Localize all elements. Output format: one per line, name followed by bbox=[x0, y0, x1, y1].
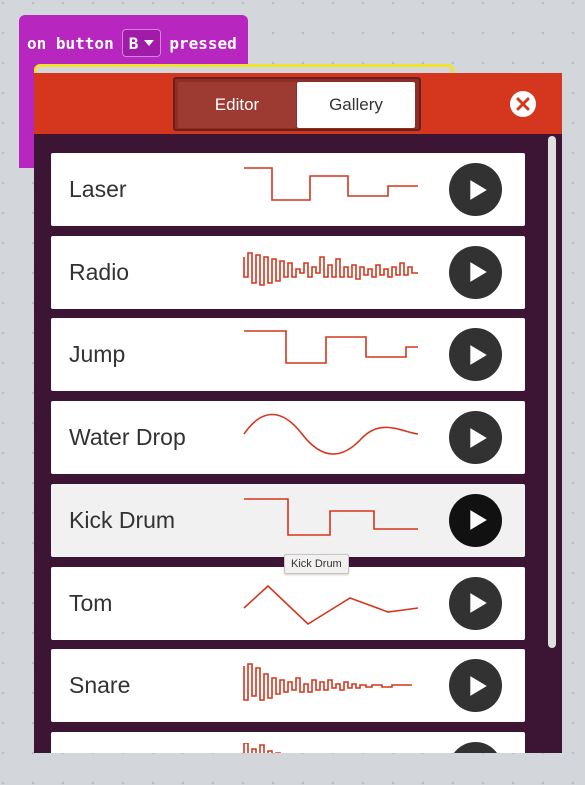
sound-item-snare[interactable]: Snare bbox=[51, 649, 525, 723]
sound-item-water-drop[interactable]: Water Drop bbox=[51, 401, 525, 475]
waveform-icon bbox=[243, 251, 418, 286]
sound-item-label: Tom bbox=[69, 589, 113, 616]
play-icon bbox=[469, 179, 487, 200]
play-icon bbox=[469, 262, 487, 283]
button-dropdown-value: B bbox=[128, 33, 139, 53]
sound-item-kick-drum[interactable]: Kick Drum bbox=[51, 483, 525, 557]
play-icon bbox=[469, 427, 487, 448]
waveform-icon bbox=[244, 330, 418, 365]
sound-item-label: Water Drop bbox=[69, 424, 186, 451]
waveform-icon bbox=[243, 584, 419, 625]
scrollbar[interactable] bbox=[548, 136, 556, 648]
block-text-on: on button bbox=[27, 33, 114, 53]
sound-item-label: Jump bbox=[69, 341, 126, 368]
play-button[interactable] bbox=[449, 328, 502, 382]
play-icon bbox=[469, 344, 487, 365]
play-button[interactable] bbox=[449, 245, 502, 299]
play-button[interactable] bbox=[449, 659, 502, 713]
play-button[interactable] bbox=[449, 411, 502, 465]
close-button[interactable] bbox=[510, 91, 536, 117]
play-button[interactable] bbox=[449, 576, 502, 630]
chevron-down-icon bbox=[144, 40, 155, 46]
play-icon bbox=[469, 675, 487, 696]
sound-item-tom[interactable]: Tom bbox=[51, 566, 525, 640]
waveform-icon bbox=[244, 167, 418, 201]
sound-item-label: Kick Drum bbox=[69, 506, 176, 533]
play-icon bbox=[469, 593, 487, 613]
waveform-icon bbox=[243, 413, 419, 455]
sound-item-jump[interactable]: Jump bbox=[51, 318, 525, 392]
play-button[interactable] bbox=[449, 493, 502, 547]
block-text-pressed: pressed bbox=[169, 33, 237, 53]
block-header: on button B pressed bbox=[27, 29, 237, 57]
play-icon bbox=[469, 510, 487, 531]
block-body bbox=[19, 60, 35, 168]
sound-item-label: Laser bbox=[69, 176, 127, 202]
tab-editor[interactable]: Editor bbox=[178, 82, 296, 128]
dialog-header: Editor Gallery bbox=[34, 73, 562, 134]
sound-item-laser[interactable]: Laser bbox=[51, 153, 525, 226]
tooltip: Kick Drum bbox=[284, 554, 349, 574]
waveform-icon bbox=[244, 497, 418, 536]
play-button[interactable] bbox=[449, 741, 502, 753]
sound-gallery-dialog: Editor Gallery Laser Radio Jump Water Drop K… bbox=[34, 73, 562, 753]
sound-item-label: Radio bbox=[69, 258, 130, 285]
sound-item-label: Snare bbox=[69, 672, 131, 699]
sound-item-partial[interactable] bbox=[51, 731, 525, 753]
play-button[interactable] bbox=[449, 163, 502, 216]
sound-item-radio[interactable]: Radio bbox=[51, 235, 525, 309]
tab-switcher: Editor Gallery bbox=[173, 77, 421, 131]
close-icon bbox=[516, 97, 530, 111]
button-dropdown[interactable]: B bbox=[121, 29, 162, 57]
waveform-icon bbox=[243, 663, 412, 701]
waveform-icon bbox=[243, 742, 281, 753]
tab-gallery[interactable]: Gallery bbox=[297, 82, 415, 128]
sound-list[interactable]: Laser Radio Jump Water Drop Kick Drum Tom Snar… bbox=[34, 134, 562, 753]
